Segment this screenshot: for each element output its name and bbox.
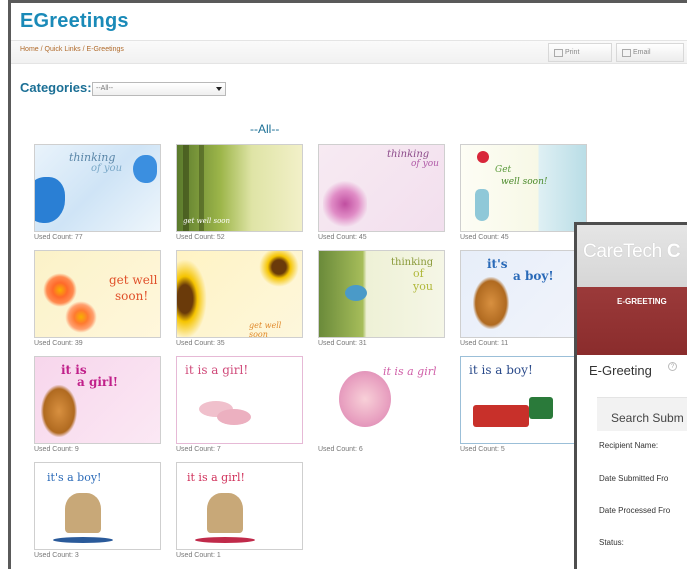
used-count: Used Count: 1 [176, 552, 221, 559]
section-title: --All-- [250, 122, 280, 136]
email-button[interactable]: Email [616, 43, 684, 62]
categories-selected-value: --All-- [96, 85, 114, 92]
greeting-card[interactable]: it is a girl! [176, 462, 303, 550]
brand-text-cut: C [666, 241, 681, 262]
date-processed-label: Date Processed Fro [599, 506, 671, 515]
used-count: Used Count: 77 [34, 234, 83, 241]
sunflower-graphic [177, 259, 207, 337]
greeting-card[interactable]: thinking of you [318, 250, 445, 338]
breadcrumb[interactable]: Home / Quick Links / E-Greetings [20, 46, 124, 53]
teddy-bear-graphic [473, 277, 509, 329]
greeting-card[interactable]: Get well soon! [460, 144, 587, 232]
toy-train-graphic [473, 405, 529, 427]
greeting-card[interactable]: thinking of you [34, 144, 161, 232]
card-text: it's [487, 257, 508, 271]
categories-select[interactable]: --All-- [92, 82, 226, 96]
card-text: of you [413, 267, 433, 293]
greeting-card[interactable]: it is a girl! [176, 356, 303, 444]
card-text: a boy! [513, 269, 554, 283]
card-text: it is a boy! [469, 363, 533, 377]
used-count: Used Count: 39 [34, 340, 83, 347]
rocker-graphic [53, 537, 113, 543]
used-count: Used Count: 6 [318, 446, 363, 453]
status-label: Status: [599, 538, 624, 547]
baby-shoes-graphic [217, 409, 251, 425]
greeting-card[interactable]: it is a girl! [34, 356, 161, 444]
used-count: Used Count: 45 [318, 234, 367, 241]
butterfly-graphic [133, 155, 157, 183]
toy-train-graphic [529, 397, 553, 419]
card-text: get well soon [183, 217, 231, 225]
greeting-card[interactable]: it is a boy! [460, 356, 587, 444]
card-text: get well soon [249, 321, 282, 338]
card-text: get well [109, 273, 158, 287]
used-count: Used Count: 52 [176, 234, 225, 241]
print-label: Print [565, 49, 580, 56]
butterfly-graphic [35, 177, 65, 223]
greeting-card[interactable]: get well soon [176, 144, 303, 232]
greeting-card[interactable]: it's a boy! [460, 250, 587, 338]
baby-bubble-graphic [339, 371, 391, 427]
flower-graphic [477, 151, 489, 163]
search-header: Search Subm [611, 411, 684, 425]
used-count: Used Count: 45 [460, 234, 509, 241]
sunflower-graphic [259, 251, 299, 287]
card-text: of you [411, 159, 439, 169]
date-submitted-label: Date Submitted Fro [599, 474, 669, 483]
nav-tab-egreeting[interactable]: E-GREETING [617, 297, 667, 306]
card-text: it is a girl! [185, 363, 249, 377]
help-icon[interactable]: ? [668, 362, 677, 371]
recipient-name-label: Recipient Name: [599, 441, 659, 450]
card-text: it's a boy! [47, 471, 102, 484]
card-text: well soon! [501, 177, 548, 187]
rocking-horse-graphic [65, 493, 101, 533]
used-count: Used Count: 11 [460, 340, 509, 347]
used-count: Used Count: 5 [460, 446, 505, 453]
greeting-card[interactable]: get well soon [176, 250, 303, 338]
page-title: EGreetings [20, 10, 129, 32]
card-text: it is a girl [383, 365, 437, 378]
used-count: Used Count: 31 [318, 340, 367, 347]
card-text: Get [495, 165, 512, 175]
greeting-card[interactable]: it is a girl [318, 356, 445, 444]
categories-label: Categories: [20, 80, 92, 95]
caretech-egreeting-window: CareTech C E-GREETING E-Greeting ? Searc… [574, 222, 687, 569]
greeting-card[interactable]: it's a boy! [34, 462, 161, 550]
orchid-graphic [323, 179, 367, 229]
card-text: it is a girl! [187, 471, 245, 484]
used-count: Used Count: 3 [34, 552, 79, 559]
card-text: of you [91, 163, 123, 174]
envelope-icon [622, 49, 631, 57]
caretech-logo: CareTech C [583, 241, 681, 263]
used-count: Used Count: 35 [176, 340, 225, 347]
brand-text: CareTech [583, 241, 662, 262]
print-button[interactable]: Print [548, 43, 612, 62]
chevron-down-icon [216, 87, 222, 91]
vase-graphic [475, 189, 489, 221]
main-nav: E-GREETING [577, 287, 687, 355]
used-count: Used Count: 9 [34, 446, 79, 453]
bird-graphic [345, 285, 367, 301]
teddy-bear-graphic [41, 385, 77, 437]
greeting-card[interactable]: thinking of you [318, 144, 445, 232]
card-text: soon! [115, 289, 149, 303]
panel-title: E-Greeting [589, 363, 652, 378]
rocker-graphic [195, 537, 255, 543]
daisy-graphic [65, 301, 97, 333]
used-count: Used Count: 7 [176, 446, 221, 453]
rocking-horse-graphic [207, 493, 243, 533]
greeting-card[interactable]: get well soon! [34, 250, 161, 338]
card-text: a girl! [77, 375, 119, 389]
email-label: Email [633, 49, 651, 56]
printer-icon [554, 49, 563, 57]
